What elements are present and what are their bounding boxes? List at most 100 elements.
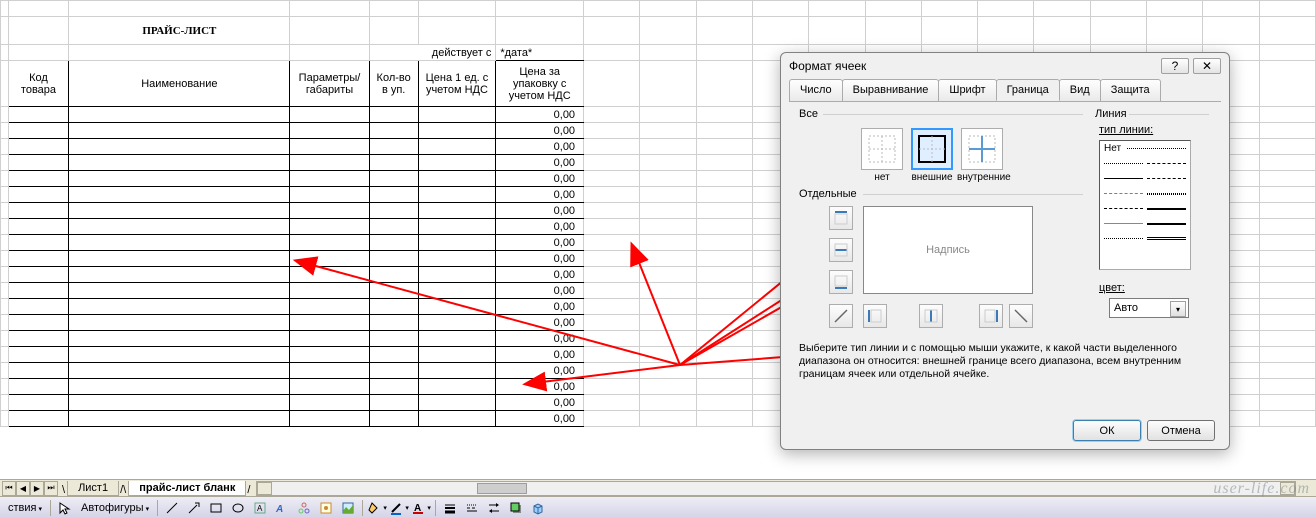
cell-params[interactable] <box>290 235 369 251</box>
cell-pricepack[interactable]: 0,00 <box>496 283 584 299</box>
clipart-icon[interactable] <box>316 499 336 517</box>
preset-outer-button[interactable] <box>911 128 953 170</box>
dialog-titlebar[interactable]: Формат ячеек ? ✕ <box>781 53 1229 79</box>
cell-code[interactable] <box>8 363 69 379</box>
cell-code[interactable] <box>8 379 69 395</box>
cell-code[interactable] <box>8 139 69 155</box>
cell-pricepack[interactable]: 0,00 <box>496 315 584 331</box>
cell-price1[interactable] <box>418 155 496 171</box>
cell-price1[interactable] <box>418 283 496 299</box>
cell-price1[interactable] <box>418 411 496 427</box>
cell-name[interactable] <box>69 139 290 155</box>
cell-pricepack[interactable]: 0,00 <box>496 235 584 251</box>
cell-qty[interactable] <box>369 219 418 235</box>
cell-price1[interactable] <box>418 235 496 251</box>
cell-code[interactable] <box>8 123 69 139</box>
help-button[interactable]: ? <box>1161 58 1189 74</box>
cell-name[interactable] <box>69 315 290 331</box>
cancel-button[interactable]: Отмена <box>1147 420 1215 441</box>
cell-qty[interactable] <box>369 155 418 171</box>
cell-name[interactable] <box>69 283 290 299</box>
border-diag-up-button[interactable] <box>829 304 853 328</box>
dash-style-icon[interactable] <box>462 499 482 517</box>
cell-name[interactable] <box>69 331 290 347</box>
cell-params[interactable] <box>290 219 369 235</box>
cell-name[interactable] <box>69 107 290 123</box>
cell-code[interactable] <box>8 299 69 315</box>
cell-price1[interactable] <box>418 331 496 347</box>
cell-qty[interactable] <box>369 315 418 331</box>
cell-pricepack[interactable]: 0,00 <box>496 395 584 411</box>
border-vmid-button[interactable] <box>919 304 943 328</box>
cell-qty[interactable] <box>369 379 418 395</box>
cell-qty[interactable] <box>369 283 418 299</box>
cell-params[interactable] <box>290 187 369 203</box>
cell-pricepack[interactable]: 0,00 <box>496 251 584 267</box>
cell-pricepack[interactable]: 0,00 <box>496 139 584 155</box>
cell-pricepack[interactable]: 0,00 <box>496 155 584 171</box>
cell-code[interactable] <box>8 155 69 171</box>
cell-code[interactable] <box>8 315 69 331</box>
cell-price1[interactable] <box>418 347 496 363</box>
cell-price1[interactable] <box>418 171 496 187</box>
cell-pricepack[interactable]: 0,00 <box>496 203 584 219</box>
sheet-tab-1[interactable]: Лист1 <box>67 481 119 496</box>
horizontal-scrollbar[interactable] <box>256 481 1296 496</box>
cell-params[interactable] <box>290 203 369 219</box>
cell-params[interactable] <box>290 283 369 299</box>
cell-qty[interactable] <box>369 347 418 363</box>
border-diag-down-button[interactable] <box>1009 304 1033 328</box>
tab-nav-prev-icon[interactable]: ◀ <box>16 481 30 496</box>
cell-code[interactable] <box>8 219 69 235</box>
cell-pricepack[interactable]: 0,00 <box>496 187 584 203</box>
tab-number[interactable]: Число <box>789 79 843 101</box>
cell-code[interactable] <box>8 203 69 219</box>
arrow-icon[interactable] <box>184 499 204 517</box>
cell-params[interactable] <box>290 171 369 187</box>
border-preview[interactable]: Надпись <box>863 206 1033 294</box>
cell-price1[interactable] <box>418 363 496 379</box>
line-icon[interactable] <box>162 499 182 517</box>
cell-name[interactable] <box>69 235 290 251</box>
cell-qty[interactable] <box>369 267 418 283</box>
cell-code[interactable] <box>8 251 69 267</box>
cell-qty[interactable] <box>369 235 418 251</box>
tab-fill[interactable]: Вид <box>1059 79 1101 101</box>
preset-none-button[interactable] <box>861 128 903 170</box>
cell-qty[interactable] <box>369 411 418 427</box>
cell-pricepack[interactable]: 0,00 <box>496 171 584 187</box>
cell-price1[interactable] <box>418 395 496 411</box>
cell-qty[interactable] <box>369 187 418 203</box>
cell-price1[interactable] <box>418 139 496 155</box>
cell-params[interactable] <box>290 267 369 283</box>
font-color-icon[interactable]: A <box>411 499 431 517</box>
sheet-tab-2[interactable]: прайс-лист бланк <box>128 481 246 496</box>
cell-qty[interactable] <box>369 139 418 155</box>
line-color-icon[interactable] <box>389 499 409 517</box>
cell-pricepack[interactable]: 0,00 <box>496 123 584 139</box>
cell-pricepack[interactable]: 0,00 <box>496 331 584 347</box>
cell-params[interactable] <box>290 123 369 139</box>
tab-nav-first-icon[interactable]: ⏮ <box>2 481 16 496</box>
cell-qty[interactable] <box>369 251 418 267</box>
cell-name[interactable] <box>69 123 290 139</box>
cell-params[interactable] <box>290 315 369 331</box>
actions-menu[interactable]: ствия <box>4 502 46 514</box>
cell-code[interactable] <box>8 187 69 203</box>
select-objects-icon[interactable] <box>55 499 75 517</box>
cell-qty[interactable] <box>369 395 418 411</box>
cell-params[interactable] <box>290 107 369 123</box>
tab-border[interactable]: Граница <box>996 79 1060 101</box>
preset-inner-button[interactable] <box>961 128 1003 170</box>
cell-code[interactable] <box>8 171 69 187</box>
line-style-none[interactable]: Нет <box>1104 143 1121 154</box>
oval-icon[interactable] <box>228 499 248 517</box>
tab-protection[interactable]: Защита <box>1100 79 1161 101</box>
close-button[interactable]: ✕ <box>1193 58 1221 74</box>
cell-params[interactable] <box>290 379 369 395</box>
cell-pricepack[interactable]: 0,00 <box>496 363 584 379</box>
cell-code[interactable] <box>8 331 69 347</box>
border-left-button[interactable] <box>863 304 887 328</box>
tab-nav-next-icon[interactable]: ▶ <box>30 481 44 496</box>
cell-price1[interactable] <box>418 299 496 315</box>
